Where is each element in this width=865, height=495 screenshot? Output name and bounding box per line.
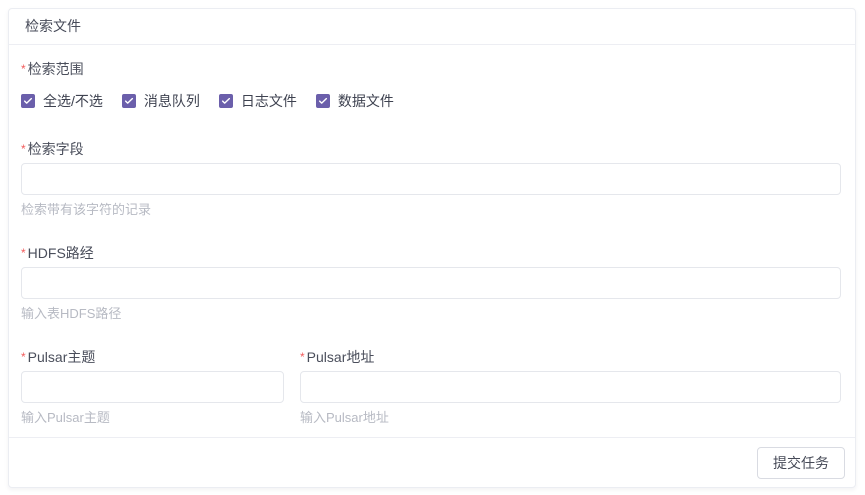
checkbox-label: 全选/不选 xyxy=(43,91,103,111)
required-asterisk: * xyxy=(21,350,26,364)
checkbox-label: 数据文件 xyxy=(338,91,394,111)
pulsar-address-hint: 输入Pulsar地址 xyxy=(300,410,841,425)
pulsar-address-item: *Pulsar地址 输入Pulsar地址 xyxy=(300,347,841,425)
hdfs-path-label: *HDFS路经 xyxy=(21,243,841,263)
search-form: *检索范围 全选/不选 消息队列 日志文件 xyxy=(9,45,855,437)
checkbox-checked-icon xyxy=(21,94,35,108)
search-field-hint: 检索带有该字符的记录 xyxy=(21,202,841,217)
required-asterisk: * xyxy=(21,62,26,76)
pulsar-topic-input[interactable] xyxy=(21,371,284,403)
card-footer: 提交任务 xyxy=(9,437,855,487)
search-scope-checkbox-group: 全选/不选 消息队列 日志文件 数据文件 xyxy=(21,91,841,111)
checkbox-select-all[interactable]: 全选/不选 xyxy=(21,91,103,111)
pulsar-address-label-text: Pulsar地址 xyxy=(307,349,375,365)
pulsar-topic-label: *Pulsar主题 xyxy=(21,347,284,367)
checkbox-data-files[interactable]: 数据文件 xyxy=(316,91,394,111)
required-asterisk: * xyxy=(21,246,26,260)
pulsar-address-input[interactable] xyxy=(300,371,841,403)
search-files-card: 检索文件 *检索范围 全选/不选 消息队列 日 xyxy=(8,8,856,488)
pulsar-address-label: *Pulsar地址 xyxy=(300,347,841,367)
pulsar-topic-label-text: Pulsar主题 xyxy=(28,349,96,365)
hdfs-path-input[interactable] xyxy=(21,267,841,299)
hdfs-path-item: *HDFS路经 输入表HDFS路径 xyxy=(21,243,841,321)
required-asterisk: * xyxy=(21,142,26,156)
pulsar-topic-item: *Pulsar主题 输入Pulsar主题 xyxy=(21,347,284,425)
submit-task-button[interactable]: 提交任务 xyxy=(757,447,845,479)
checkbox-log-files[interactable]: 日志文件 xyxy=(219,91,297,111)
pulsar-row: *Pulsar主题 输入Pulsar主题 *Pulsar地址 输入Pulsar地… xyxy=(21,347,841,425)
checkbox-label: 日志文件 xyxy=(241,91,297,111)
search-scope-label-text: 检索范围 xyxy=(28,61,84,77)
search-scope-label: *检索范围 xyxy=(21,59,841,79)
checkbox-checked-icon xyxy=(122,94,136,108)
checkbox-checked-icon xyxy=(316,94,330,108)
hdfs-path-hint: 输入表HDFS路径 xyxy=(21,306,841,321)
required-asterisk: * xyxy=(300,350,305,364)
checkbox-label: 消息队列 xyxy=(144,91,200,111)
checkbox-message-queue[interactable]: 消息队列 xyxy=(122,91,200,111)
search-field-item: *检索字段 检索带有该字符的记录 xyxy=(21,139,841,217)
search-field-label: *检索字段 xyxy=(21,139,841,159)
search-field-label-text: 检索字段 xyxy=(28,141,84,157)
checkbox-checked-icon xyxy=(219,94,233,108)
pulsar-topic-hint: 输入Pulsar主题 xyxy=(21,410,284,425)
card-title: 检索文件 xyxy=(9,9,855,45)
hdfs-path-label-text: HDFS路经 xyxy=(28,245,94,261)
search-field-input[interactable] xyxy=(21,163,841,195)
